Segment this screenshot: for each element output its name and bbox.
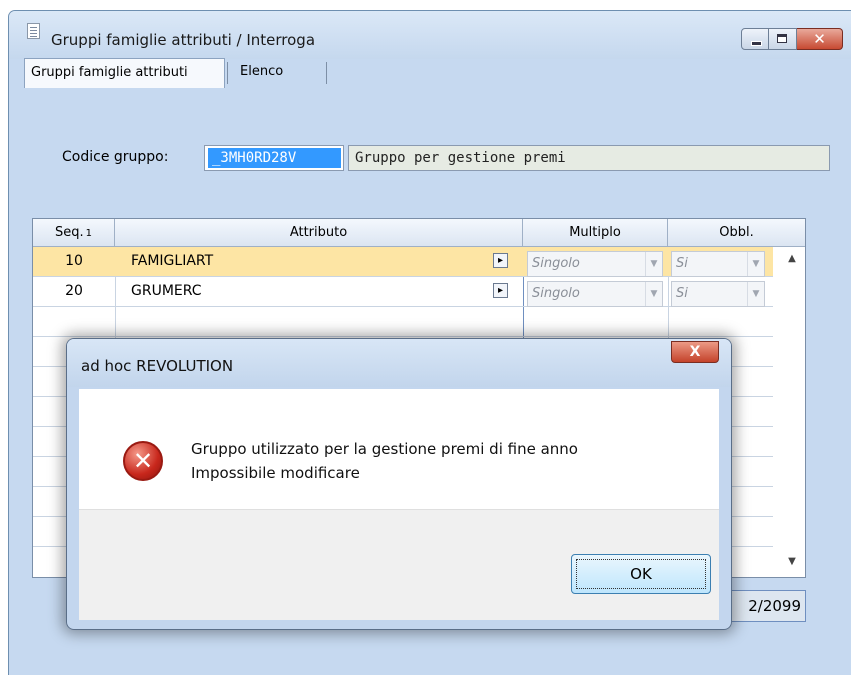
close-icon: ✕ (813, 30, 826, 48)
group-description-field[interactable]: Gruppo per gestione premi (348, 145, 830, 171)
multiple-combo[interactable]: Singolo ▼ (527, 251, 663, 277)
maximize-button[interactable] (769, 28, 797, 50)
ok-button[interactable]: OK (571, 554, 711, 594)
tab-separator (326, 62, 327, 84)
minimize-icon (751, 41, 762, 46)
dialog-close-button[interactable]: X (671, 341, 719, 363)
column-header-multiple[interactable]: Multiplo (523, 219, 668, 247)
tab-gruppi-famiglie-attributi[interactable]: Gruppi famiglie attributi (24, 58, 225, 88)
minimize-button[interactable] (741, 28, 769, 50)
column-header-attribute[interactable]: Attributo (115, 219, 523, 247)
sort-ascending-icon: 1 (85, 228, 92, 239)
cell-seq: 20 (65, 283, 83, 299)
chevron-down-icon: ▼ (747, 282, 764, 306)
dialog-footer: OK (79, 509, 719, 620)
vertical-scrollbar[interactable]: ▲ ▼ (779, 247, 805, 577)
error-icon: ✕ (123, 441, 163, 481)
column-header-required[interactable]: Obbl. (668, 219, 805, 247)
dialog-body: ✕ Gruppo utilizzato per la gestione prem… (79, 389, 719, 509)
column-header-seq[interactable]: Seq. 1 (33, 219, 115, 247)
zoom-arrow-icon[interactable]: ▸ (493, 253, 508, 268)
maximize-icon (777, 34, 787, 43)
tab-separator (227, 62, 228, 84)
column-header-seq-label: Seq. (54, 225, 84, 240)
error-x-glyph: ✕ (132, 447, 154, 475)
dialog-titlebar[interactable]: ad hoc REVOLUTION X (67, 339, 731, 387)
chevron-down-icon: ▼ (645, 282, 662, 306)
table-row[interactable] (33, 307, 773, 337)
required-value: Si (676, 256, 688, 271)
focus-rectangle (576, 559, 706, 589)
multiple-value: Singolo (532, 256, 580, 271)
required-combo[interactable]: Si ▼ (671, 281, 765, 307)
dialog-message: Gruppo utilizzato per la gestione premi … (191, 437, 578, 485)
chevron-down-icon: ▼ (645, 252, 662, 276)
dialog-message-line-2: Impossibile modificare (191, 464, 360, 482)
multiple-value: Singolo (532, 286, 580, 301)
table-row[interactable]: 10 FAMIGLIART ▸ Singolo ▼ Si ▼ (33, 247, 773, 277)
app-document-icon (27, 23, 40, 39)
multiple-combo[interactable]: Singolo ▼ (527, 281, 663, 307)
zoom-arrow-icon[interactable]: ▸ (493, 283, 508, 298)
cell-attribute[interactable]: FAMIGLIART (131, 247, 491, 276)
table-row[interactable]: 20 GRUMERC ▸ Singolo ▼ Si ▼ (33, 277, 773, 307)
dialog-title: ad hoc REVOLUTION (81, 357, 234, 375)
error-dialog: ad hoc REVOLUTION X ✕ Gruppo utilizzato … (66, 338, 732, 630)
scroll-up-icon[interactable]: ▲ (779, 253, 805, 264)
cell-attribute[interactable]: GRUMERC (131, 277, 491, 306)
cell-seq: 10 (65, 253, 83, 269)
code-group-label: Codice gruppo: (62, 149, 169, 165)
chevron-down-icon: ▼ (747, 252, 764, 276)
code-group-field[interactable]: _3MH0RD28V (204, 145, 344, 171)
caption-buttons: ✕ (741, 28, 843, 52)
dialog-message-line-1: Gruppo utilizzato per la gestione premi … (191, 440, 578, 458)
tab-elenco[interactable]: Elenco (234, 58, 326, 88)
window-titlebar[interactable]: Gruppi famiglie attributi / Interroga ✕ (9, 11, 851, 59)
close-button[interactable]: ✕ (797, 28, 843, 50)
scroll-down-icon[interactable]: ▼ (779, 556, 805, 567)
window-title: Gruppi famiglie attributi / Interroga (51, 31, 316, 49)
code-group-value: _3MH0RD28V (208, 148, 341, 168)
required-combo[interactable]: Si ▼ (671, 251, 765, 277)
required-value: Si (676, 286, 688, 301)
